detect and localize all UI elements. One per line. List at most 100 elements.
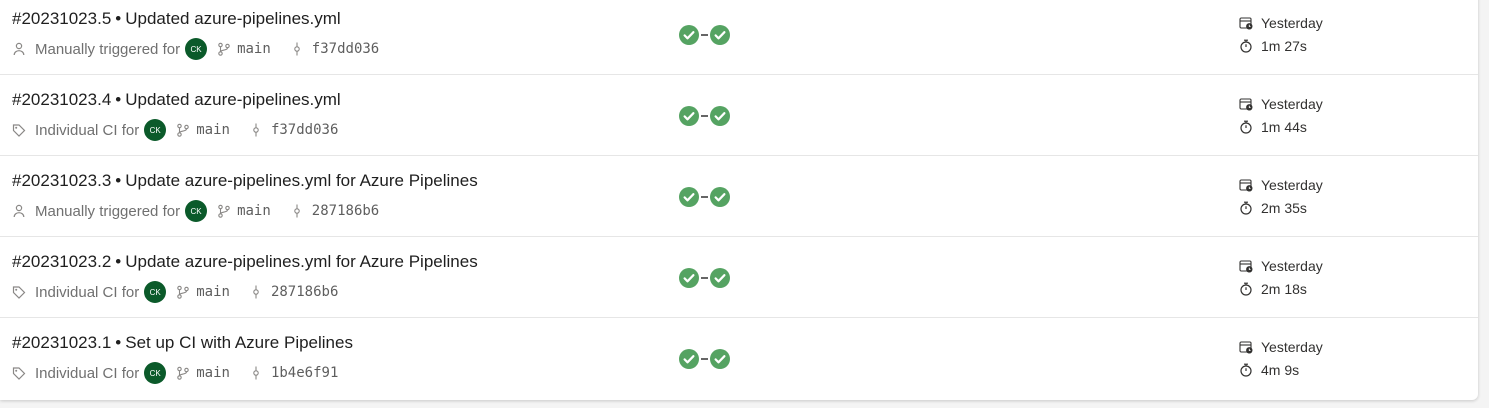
- run-id: #20231023.1: [12, 333, 112, 352]
- branch-icon: [217, 42, 231, 56]
- stage-success-icon[interactable]: [679, 268, 699, 288]
- tag-icon: [12, 123, 26, 137]
- commit-message: Set up CI with Azure Pipelines: [125, 333, 353, 352]
- commit-hash[interactable]: f37dd036: [271, 122, 338, 138]
- stopwatch-icon: [1239, 201, 1253, 215]
- avatar[interactable]: CK: [144, 281, 167, 303]
- run-time: Yesterday 1m 44s: [1239, 92, 1323, 138]
- run-row[interactable]: #20231023.5 • Updated azure-pipelines.yml …: [0, 0, 1478, 75]
- trigger-reason: Individual CI for: [35, 283, 140, 301]
- stages: [679, 187, 730, 207]
- run-meta: Manually triggered for CK main f37dd036: [12, 38, 379, 60]
- title-separator: •: [115, 333, 122, 352]
- avatar[interactable]: CK: [144, 119, 167, 141]
- commit-icon: [291, 42, 303, 56]
- branch-name[interactable]: main: [196, 122, 230, 138]
- run-date: Yesterday: [1261, 338, 1323, 355]
- tag-icon: [12, 285, 26, 299]
- stage-success-icon[interactable]: [679, 187, 699, 207]
- stage-success-icon[interactable]: [710, 106, 730, 126]
- stopwatch-icon: [1239, 39, 1253, 53]
- avatar[interactable]: CK: [185, 38, 208, 60]
- trigger-reason: Manually triggered for: [35, 202, 181, 220]
- person-icon: [12, 204, 26, 218]
- run-row[interactable]: #20231023.4 • Updated azure-pipelines.yml …: [0, 75, 1478, 156]
- commit-icon: [250, 366, 262, 380]
- run-duration: 2m 18s: [1261, 280, 1307, 297]
- calendar-clock-icon: [1239, 178, 1253, 192]
- title-separator: •: [115, 9, 122, 28]
- tag-icon: [12, 366, 26, 380]
- stage-connector: [701, 358, 708, 360]
- run-id: #20231023.4: [12, 90, 112, 109]
- calendar-clock-icon: [1239, 97, 1253, 111]
- stage-success-icon[interactable]: [710, 349, 730, 369]
- run-title[interactable]: #20231023.4 • Updated azure-pipelines.yml: [12, 90, 341, 110]
- commit-hash[interactable]: 1b4e6f91: [271, 365, 338, 381]
- commit-message: Update azure-pipelines.yml for Azure Pip…: [125, 171, 478, 190]
- stage-connector: [701, 196, 708, 198]
- run-title[interactable]: #20231023.1 • Set up CI with Azure Pipelin…: [12, 333, 353, 353]
- commit-icon: [250, 123, 262, 137]
- avatar[interactable]: CK: [144, 362, 167, 384]
- run-row[interactable]: #20231023.3 • Update azure-pipelines.yml f…: [0, 156, 1478, 237]
- run-row[interactable]: #20231023.1 • Set up CI with Azure Pipelin…: [0, 318, 1478, 398]
- stages: [679, 106, 730, 126]
- branch-name[interactable]: main: [196, 284, 230, 300]
- commit-message: Updated azure-pipelines.yml: [125, 90, 341, 109]
- commit-icon: [250, 285, 262, 299]
- calendar-clock-icon: [1239, 16, 1253, 30]
- run-title[interactable]: #20231023.2 • Update azure-pipelines.yml f…: [12, 252, 478, 272]
- branch-name[interactable]: main: [237, 41, 271, 57]
- stopwatch-icon: [1239, 120, 1253, 134]
- commit-hash[interactable]: 287186b6: [312, 203, 379, 219]
- stages: [679, 349, 730, 369]
- run-meta: Individual CI for CK main 1b4e6f91: [12, 362, 338, 384]
- run-meta: Individual CI for CK main f37dd036: [12, 119, 338, 141]
- stage-connector: [701, 34, 708, 36]
- run-id: #20231023.2: [12, 252, 112, 271]
- run-time: Yesterday 2m 18s: [1239, 254, 1323, 300]
- run-title[interactable]: #20231023.3 • Update azure-pipelines.yml f…: [12, 171, 478, 191]
- stage-connector: [701, 115, 708, 117]
- stopwatch-icon: [1239, 282, 1253, 296]
- run-row[interactable]: #20231023.2 • Update azure-pipelines.yml f…: [0, 237, 1478, 318]
- run-id: #20231023.3: [12, 171, 112, 190]
- commit-hash[interactable]: f37dd036: [312, 41, 379, 57]
- avatar[interactable]: CK: [185, 200, 208, 222]
- stage-success-icon[interactable]: [710, 187, 730, 207]
- branch-name[interactable]: main: [196, 365, 230, 381]
- run-id: #20231023.5: [12, 9, 112, 28]
- run-date: Yesterday: [1261, 95, 1323, 112]
- trigger-reason: Manually triggered for: [35, 40, 181, 58]
- run-time: Yesterday 4m 9s: [1239, 335, 1323, 381]
- run-meta: Individual CI for CK main 287186b6: [12, 281, 338, 303]
- branch-icon: [176, 123, 190, 137]
- branch-name[interactable]: main: [237, 203, 271, 219]
- commit-hash[interactable]: 287186b6: [271, 284, 338, 300]
- run-duration: 1m 27s: [1261, 37, 1307, 54]
- branch-icon: [176, 285, 190, 299]
- stage-success-icon[interactable]: [710, 268, 730, 288]
- stage-success-icon[interactable]: [679, 106, 699, 126]
- branch-icon: [217, 204, 231, 218]
- trigger-reason: Individual CI for: [35, 121, 140, 139]
- commit-icon: [291, 204, 303, 218]
- stage-success-icon[interactable]: [679, 349, 699, 369]
- run-date: Yesterday: [1261, 176, 1323, 193]
- run-duration: 4m 9s: [1261, 361, 1300, 378]
- run-title[interactable]: #20231023.5 • Updated azure-pipelines.yml: [12, 9, 341, 29]
- run-time: Yesterday 1m 27s: [1239, 11, 1323, 57]
- calendar-clock-icon: [1239, 259, 1253, 273]
- commit-message: Update azure-pipelines.yml for Azure Pip…: [125, 252, 478, 271]
- stage-success-icon[interactable]: [679, 25, 699, 45]
- run-date: Yesterday: [1261, 257, 1323, 274]
- commit-message: Updated azure-pipelines.yml: [125, 9, 341, 28]
- stage-success-icon[interactable]: [710, 25, 730, 45]
- stages: [679, 25, 730, 45]
- trigger-reason: Individual CI for: [35, 364, 140, 382]
- stage-connector: [701, 277, 708, 279]
- branch-icon: [176, 366, 190, 380]
- title-separator: •: [115, 171, 122, 190]
- run-time: Yesterday 2m 35s: [1239, 173, 1323, 219]
